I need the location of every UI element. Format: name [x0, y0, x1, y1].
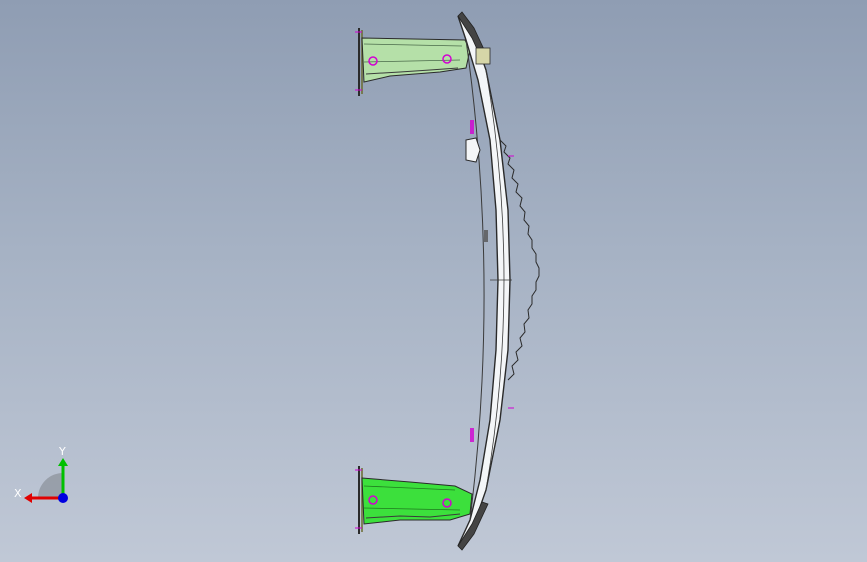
z-axis-dot: [58, 493, 68, 503]
y-axis-label: Y: [58, 445, 66, 458]
graphics-viewport[interactable]: Y X: [0, 0, 867, 562]
coordinate-triad: Y X: [14, 445, 68, 503]
triad-plane: [38, 473, 63, 498]
x-axis-label: X: [14, 487, 22, 500]
